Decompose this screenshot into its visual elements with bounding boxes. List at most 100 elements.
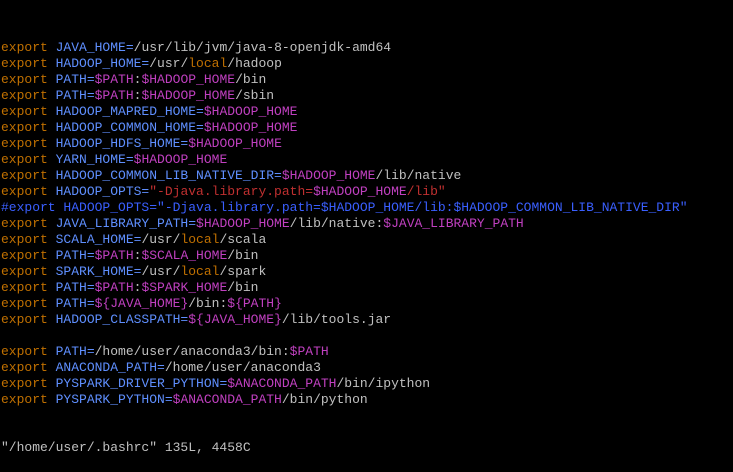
code-token-kw: export	[1, 56, 48, 71]
code-token-txt: /bin:	[188, 296, 228, 311]
code-line: export YARN_HOME=$HADOOP_HOME	[1, 152, 731, 168]
code-token-txt: /home/user/anaconda3	[164, 360, 321, 375]
code-token-ref: $PATH	[94, 248, 134, 263]
code-token-kw: export	[1, 40, 48, 55]
code-token-str: /lib"	[406, 184, 446, 199]
code-token-kw: export	[1, 120, 48, 135]
code-token-kw: export	[1, 232, 48, 247]
code-token-cmt: #export HADOOP_OPTS="-Djava.library.path…	[1, 200, 688, 215]
code-line: export HADOOP_CLASSPATH=${JAVA_HOME}/lib…	[1, 312, 731, 328]
code-token-kw: export	[1, 248, 48, 263]
code-token-kw: export	[1, 72, 48, 87]
code-token-kw: export	[1, 88, 48, 103]
code-token-ref: ${JAVA_HOME}	[94, 296, 189, 311]
code-token-ref: $JAVA_LIBRARY_PATH	[383, 216, 524, 231]
terminal-window[interactable]: export JAVA_HOME=/usr/lib/jvm/java-8-ope…	[1, 8, 731, 472]
code-line: export HADOOP_COMMON_LIB_NATIVE_DIR=$HAD…	[1, 168, 731, 184]
code-token-var: JAVA_HOME=	[47, 40, 134, 55]
code-line: export PATH=$PATH:$HADOOP_HOME/sbin	[1, 88, 731, 104]
code-token-var: HADOOP_CLASSPATH=	[47, 312, 189, 327]
code-token-kw: export	[1, 344, 48, 359]
code-token-kw: export	[1, 184, 48, 199]
code-token-ref: $HADOOP_HOME	[141, 72, 236, 87]
code-token-ref: $HADOOP_HOME	[281, 168, 376, 183]
code-token-ref: $HADOOP_HOME	[203, 104, 298, 119]
code-token-var: HADOOP_COMMON_HOME=	[47, 120, 204, 135]
code-token-var: SPARK_HOME=	[47, 264, 142, 279]
code-token-var: PATH=	[47, 344, 95, 359]
code-token-ref: $PATH	[94, 280, 134, 295]
code-token-ref: $PATH	[289, 344, 329, 359]
code-token-kw: export	[1, 168, 48, 183]
code-token-kw: export	[1, 136, 48, 151]
code-token-txt: /bin	[235, 72, 267, 87]
code-token-ref: ${JAVA_HOME}	[188, 312, 282, 327]
code-line: export SCALA_HOME=/usr/local/scala	[1, 232, 731, 248]
code-token-kw: export	[1, 104, 48, 119]
code-line: export HADOOP_OPTS="-Djava.library.path=…	[1, 184, 731, 200]
code-token-var: HADOOP_HOME=	[47, 56, 150, 71]
code-token-txt: /usr/	[141, 232, 181, 247]
code-token-kw: local	[180, 264, 220, 279]
code-token-kw: export	[1, 312, 48, 327]
vim-status-line: "/home/user/.bashrc" 135L, 4458C	[1, 440, 251, 455]
editor-buffer[interactable]: export JAVA_HOME=/usr/lib/jvm/java-8-ope…	[1, 40, 731, 408]
code-line: export JAVA_LIBRARY_PATH=$HADOOP_HOME/li…	[1, 216, 731, 232]
code-token-kw: export	[1, 392, 48, 407]
code-token-txt: /sbin	[235, 88, 275, 103]
code-token-txt: /bin/ipython	[336, 376, 431, 391]
code-line: export HADOOP_COMMON_HOME=$HADOOP_HOME	[1, 120, 731, 136]
code-token-var: HADOOP_MAPRED_HOME=	[47, 104, 204, 119]
code-token-ref: $PATH	[94, 88, 134, 103]
code-token-var: JAVA_LIBRARY_PATH=	[47, 216, 197, 231]
code-line: export HADOOP_MAPRED_HOME=$HADOOP_HOME	[1, 104, 731, 120]
code-token-var: PATH=	[47, 72, 95, 87]
code-token-kw: local	[180, 232, 220, 247]
code-line: export PATH=${JAVA_HOME}/bin:${PATH}	[1, 296, 731, 312]
code-token-var: PATH=	[47, 280, 95, 295]
code-token-ref: $ANACONDA_PATH	[227, 376, 337, 391]
code-token-var: YARN_HOME=	[47, 152, 134, 167]
code-token-str: "-Djava.library.path=	[149, 184, 314, 199]
code-token-ref: $SPARK_HOME	[141, 280, 228, 295]
code-token-ref: $SCALA_HOME	[141, 248, 228, 263]
code-token-txt: /bin	[227, 248, 259, 263]
code-token-ref: $HADOOP_HOME	[188, 136, 282, 151]
code-token-var: PATH=	[47, 296, 95, 311]
code-token-ref: $HADOOP_HOME	[313, 184, 407, 199]
code-token-ref: $HADOOP_HOME	[141, 88, 236, 103]
code-token-kw: export	[1, 376, 48, 391]
code-token-var: HADOOP_HDFS_HOME=	[47, 136, 189, 151]
code-token-var: PYSPARK_PYTHON=	[47, 392, 173, 407]
code-line: export PYSPARK_DRIVER_PYTHON=$ANACONDA_P…	[1, 376, 731, 392]
code-token-txt: /lib/native:	[289, 216, 384, 231]
code-token-txt: /usr/	[149, 56, 189, 71]
code-token-txt: /lib/tools.jar	[281, 312, 392, 327]
code-token-ref: $PATH	[94, 72, 134, 87]
code-token-ref: $HADOOP_HOME	[203, 120, 298, 135]
code-line: export PATH=$PATH:$SPARK_HOME/bin	[1, 280, 731, 296]
code-token-txt: /scala	[219, 232, 267, 247]
code-line: export PATH=$PATH:$SCALA_HOME/bin	[1, 248, 731, 264]
code-token-kw: export	[1, 264, 48, 279]
code-line: export PATH=/home/user/anaconda3/bin:$PA…	[1, 344, 731, 360]
code-token-ref: ${PATH}	[227, 296, 282, 311]
code-line: export JAVA_HOME=/usr/lib/jvm/java-8-ope…	[1, 40, 731, 56]
code-token-txt: /bin/python	[281, 392, 368, 407]
code-token-txt: /usr/	[141, 264, 181, 279]
code-token-txt: /bin	[227, 280, 259, 295]
code-token-txt: /lib/native	[375, 168, 462, 183]
code-token-ref: $HADOOP_HOME	[133, 152, 228, 167]
code-token-txt: /usr/lib/jvm/java-8-openjdk-amd64	[133, 40, 392, 55]
code-token-txt: /hadoop	[227, 56, 282, 71]
code-token-ref: $ANACONDA_PATH	[172, 392, 282, 407]
code-token-kw: export	[1, 152, 48, 167]
code-token-kw: export	[1, 296, 48, 311]
code-line: #export HADOOP_OPTS="-Djava.library.path…	[1, 200, 731, 216]
code-token-txt: /home/user/anaconda3/bin:	[94, 344, 290, 359]
code-token-kw: export	[1, 360, 48, 375]
code-line: export HADOOP_HDFS_HOME=$HADOOP_HOME	[1, 136, 731, 152]
code-line: export PATH=$PATH:$HADOOP_HOME/bin	[1, 72, 731, 88]
code-token-txt: /spark	[219, 264, 267, 279]
code-line: export PYSPARK_PYTHON=$ANACONDA_PATH/bin…	[1, 392, 731, 408]
